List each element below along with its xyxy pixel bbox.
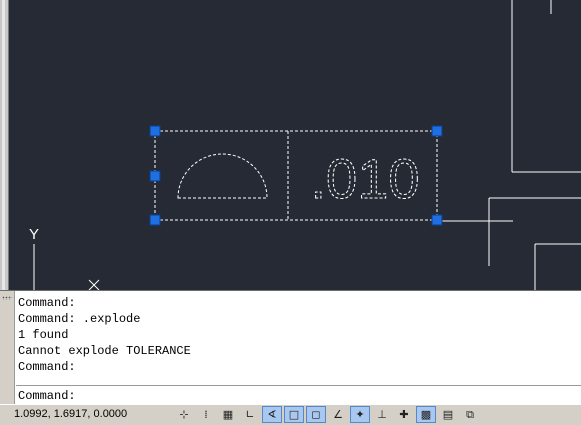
- drawing-canvas[interactable]: Y .010: [9, 0, 581, 290]
- command-history-line: Command:: [18, 360, 76, 374]
- semicircle-profile-symbol-icon: [177, 153, 268, 199]
- grip-bottom-right[interactable]: [431, 214, 443, 226]
- drawing-svg: Y .010: [29, 0, 581, 290]
- command-input[interactable]: Command:: [18, 388, 76, 404]
- lineweight-icon[interactable]: ✚: [394, 406, 414, 423]
- command-history-line: 1 found: [18, 328, 69, 342]
- command-history: Command: Command: .explode 1 found Canno…: [18, 295, 578, 375]
- command-history-line: Cannot explode TOLERANCE: [18, 344, 191, 358]
- snap-mode-icon[interactable]: ⁞: [196, 406, 216, 423]
- ucs-y-label: Y: [29, 226, 39, 243]
- command-history-line: Command: .explode: [18, 312, 141, 326]
- drafting-toggles: ⊹ ⁞ ▦ ∟ ∢ □ ◻ ∠ ✦ ⊥ ✚ ▩ ▤ ⧉: [174, 406, 482, 424]
- 3d-object-snap-icon[interactable]: ◻: [306, 406, 326, 423]
- ucs-icon: [33, 244, 100, 290]
- tolerance-value: .010: [311, 147, 420, 210]
- command-line-window: Command: Command: .explode 1 found Canno…: [0, 290, 581, 405]
- grid-display-icon[interactable]: ▦: [218, 406, 238, 423]
- quick-properties-icon[interactable]: ▤: [438, 406, 458, 423]
- polar-tracking-icon[interactable]: ∢: [262, 406, 282, 423]
- grip-top-left[interactable]: [149, 125, 161, 137]
- coordinate-readout[interactable]: 1.0992, 1.6917, 0.0000: [14, 408, 127, 420]
- transparency-icon[interactable]: ▩: [416, 406, 436, 423]
- selection-cycling-icon[interactable]: ⧉: [460, 406, 480, 423]
- command-separator: [16, 385, 581, 386]
- grip-middle-left[interactable]: [149, 170, 161, 182]
- dynamic-ucs-icon[interactable]: ✦: [350, 406, 370, 423]
- object-snap-icon[interactable]: □: [284, 406, 304, 423]
- grip-top-right[interactable]: [431, 125, 443, 137]
- grip-bottom-left[interactable]: [149, 214, 161, 226]
- status-bar: 1.0992, 1.6917, 0.0000 ⊹ ⁞ ▦ ∟ ∢ □ ◻ ∠ ✦ ⊥ ✚ ▩ ▤ ⧉: [0, 404, 581, 425]
- drawing-area-left-border: [0, 0, 9, 290]
- command-window-grip[interactable]: [0, 291, 15, 405]
- command-history-line: Command:: [18, 296, 76, 310]
- dynamic-input-icon[interactable]: ⊥: [372, 406, 392, 423]
- ortho-mode-icon[interactable]: ∟: [240, 406, 260, 423]
- infer-constraints-icon[interactable]: ⊹: [174, 406, 194, 423]
- object-snap-tracking-icon[interactable]: ∠: [328, 406, 348, 423]
- drawing-geometry: [437, 0, 581, 290]
